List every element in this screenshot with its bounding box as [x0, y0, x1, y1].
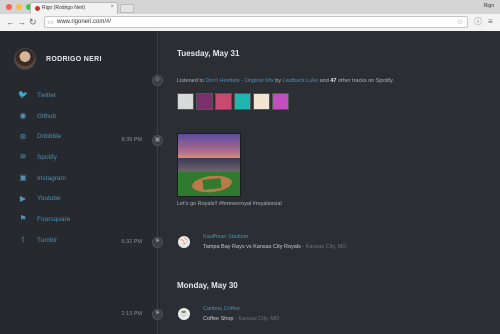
sidebar-item-label: Youtube	[37, 195, 61, 203]
stadium-icon: ⚾	[178, 236, 190, 248]
spotify-node-icon: ⊜	[152, 75, 163, 86]
close-window-button[interactable]	[6, 4, 12, 10]
album-cover[interactable]	[272, 93, 289, 110]
info-icon[interactable]: ⓘ	[474, 17, 482, 27]
sidebar-item-label: Spotify	[37, 153, 57, 161]
menu-icon[interactable]: ≡	[488, 17, 493, 27]
venue-link[interactable]: Caribou Coffee	[203, 306, 279, 312]
sidebar-item-label: Twitter	[37, 91, 57, 99]
sidebar-item-label: Tumblr	[37, 236, 57, 244]
sidebar-item-label: Dribbble	[37, 133, 62, 141]
album-thumbnails	[177, 93, 289, 110]
checkin-location: Kansas City, MO	[305, 244, 347, 250]
foursquare-node-icon: ⚑	[152, 237, 163, 248]
instagram-caption: Let's go Royals!! #foreverroyal #royalso…	[177, 201, 282, 207]
sidebar-item-twitter[interactable]: 🐦 Twitter	[18, 85, 70, 106]
reload-icon[interactable]: ↻	[29, 17, 37, 27]
venue-link[interactable]: Kauffman Stadium	[203, 234, 347, 240]
date-heading: Monday, May 30	[177, 281, 238, 290]
favicon-icon	[35, 6, 40, 11]
album-cover[interactable]	[253, 93, 270, 110]
sidebar: RODRIGO NERI 🐦 Twitter ◉ Github ⊛ Dribbble ≋ Sp…	[0, 31, 160, 334]
url-text: www.rigoneri.com/#/	[57, 19, 112, 25]
date-heading: Tuesday, May 31	[177, 49, 240, 58]
checkin-detail: Coffee Shop	[203, 316, 234, 322]
checkin-kauffman: Kauffman Stadium Tampa Bay Rays vs Kansa…	[203, 234, 347, 250]
foursquare-icon: ⚑	[19, 214, 27, 224]
social-nav: 🐦 Twitter ◉ Github ⊛ Dribbble ≋ Spotify ▣ Instagr…	[18, 85, 70, 251]
instagram-node-icon: ▣	[152, 135, 163, 146]
checkin-time: 2:13 PM	[121, 311, 142, 317]
sidebar-item-foursquare[interactable]: ⚑ Foursquare	[18, 209, 70, 230]
album-cover[interactable]	[196, 93, 213, 110]
album-cover[interactable]	[234, 93, 251, 110]
instagram-icon: ▣	[19, 173, 27, 183]
foursquare-node-icon: ⚑	[152, 309, 163, 320]
twitter-icon: 🐦	[18, 90, 28, 100]
spotify-activity-text: Listened to Don't Hesitate - Original Mi…	[177, 78, 394, 84]
browser-toolbar: ← → ↻ ▭ www.rigoneri.com/#/ ☆ ⓘ ≡	[0, 14, 500, 31]
sidebar-item-instagram[interactable]: ▣ Instagram	[18, 168, 70, 189]
artist-link[interactable]: Laidback Luke	[283, 78, 318, 84]
tab-strip: Rigo (Rodrigo Neri) × Rigo	[0, 0, 500, 14]
checkin-caribou: Caribou Coffee Coffee Shop - Kansas City…	[203, 306, 280, 322]
dribbble-icon: ⊛	[19, 131, 27, 141]
instagram-photo[interactable]	[177, 133, 241, 197]
sidebar-item-label: Foursquare	[37, 215, 71, 223]
post-time: 8:39 PM	[121, 137, 142, 143]
sidebar-item-github[interactable]: ◉ Github	[18, 106, 70, 127]
album-cover[interactable]	[215, 93, 232, 110]
track-link[interactable]: Don't Hesitate - Original Mix	[205, 78, 273, 84]
tumblr-icon: t	[21, 235, 25, 245]
bookmark-star-icon[interactable]: ☆	[457, 18, 463, 26]
sidebar-item-label: Instagram	[37, 174, 66, 182]
browser-profile-name[interactable]: Rigo	[484, 3, 494, 9]
page: RODRIGO NERI 🐦 Twitter ◉ Github ⊛ Dribbble ≋ Sp…	[0, 31, 500, 334]
profile-name: RODRIGO NERI	[46, 55, 102, 63]
browser-chrome: Rigo (Rodrigo Neri) × Rigo ← → ↻ ▭ www.r…	[0, 0, 500, 31]
sidebar-item-tumblr[interactable]: t Tumblr	[18, 230, 70, 251]
github-icon: ◉	[19, 111, 27, 121]
window-controls	[6, 4, 32, 10]
tab-title: Rigo (Rodrigo Neri)	[42, 5, 86, 11]
browser-tab[interactable]: Rigo (Rodrigo Neri) ×	[30, 2, 118, 14]
sidebar-item-youtube[interactable]: ▶ Youtube	[18, 188, 70, 209]
address-bar[interactable]: ▭ www.rigoneri.com/#/ ☆	[44, 16, 468, 28]
checkin-location: Kansas City, MO	[238, 316, 280, 322]
sidebar-item-dribbble[interactable]: ⊛ Dribbble	[18, 126, 70, 147]
page-icon: ▭	[48, 20, 54, 26]
sidebar-item-spotify[interactable]: ≋ Spotify	[18, 147, 70, 168]
avatar	[14, 48, 36, 70]
profile-header: RODRIGO NERI	[14, 48, 102, 70]
album-cover[interactable]	[177, 93, 194, 110]
new-tab-button[interactable]	[120, 4, 134, 13]
minimize-window-button[interactable]	[16, 4, 22, 10]
close-tab-icon[interactable]: ×	[110, 4, 114, 10]
checkin-time: 6:32 PM	[121, 239, 142, 245]
back-icon[interactable]: ←	[6, 17, 15, 27]
spotify-icon: ≋	[19, 152, 27, 162]
checkin-detail: Tampa Bay Rays vs Kansas City Royals	[203, 244, 301, 250]
coffee-icon: ☕	[178, 308, 190, 320]
forward-icon[interactable]: →	[17, 17, 26, 27]
youtube-icon: ▶	[19, 193, 27, 203]
sidebar-item-label: Github	[37, 112, 57, 120]
